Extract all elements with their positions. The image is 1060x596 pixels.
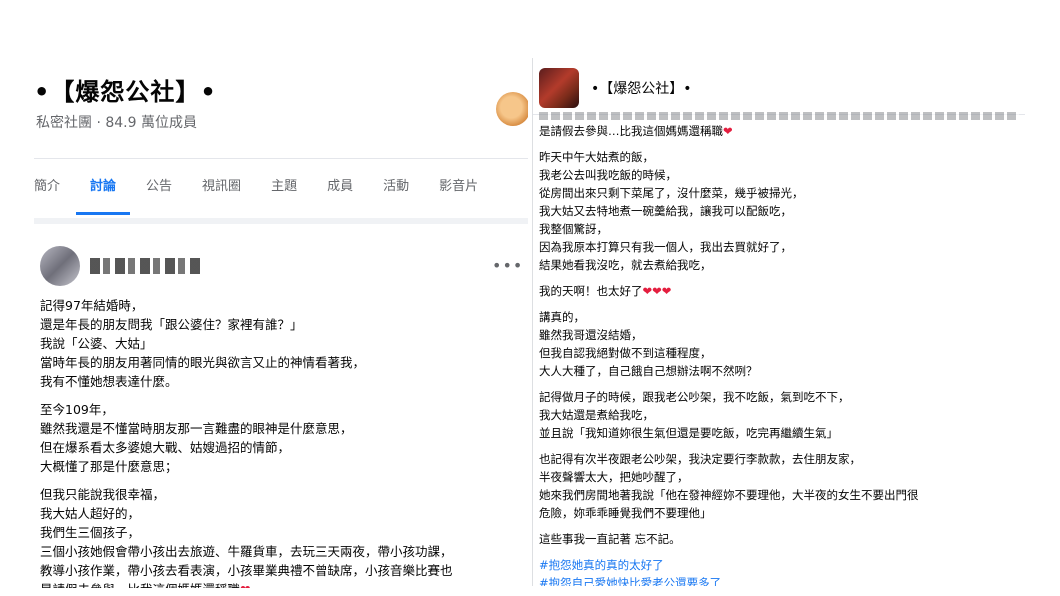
post-line: 是請假去參與…比我這個媽媽還稱職❤ bbox=[40, 580, 524, 588]
post-line: 雖然我還是不懂當時朋友那一言難盡的眼神是什麼意思， bbox=[40, 421, 353, 436]
tab-events[interactable]: 活動 bbox=[383, 159, 409, 215]
post-line: 還是年長的朋友問我「跟公婆住？家裡有誰？」 bbox=[40, 317, 303, 332]
tab-discussion[interactable]: 討論 bbox=[76, 159, 131, 215]
post-line: 三個小孩她假會帶小孩出去旅遊、牛羅貨車，去玩三天兩夜，帶小孩功課， bbox=[40, 544, 453, 559]
heart-icon: ❤ bbox=[240, 582, 250, 588]
post-line: 但在爆系看太多婆媳大戰、姑嫂過招的情節， bbox=[40, 440, 291, 455]
post-line: 記得做月子的時候，跟我老公吵架，我不吃飯，氣到吃不下， bbox=[539, 390, 850, 404]
group-title[interactable]: •【爆怨公社】• bbox=[591, 78, 692, 98]
post-line: 我大姑人超好的， bbox=[40, 506, 141, 521]
post-paragraph: 至今109年， 雖然我還是不懂當時朋友那一言難盡的眼神是什麼意思， 但在爆系看太… bbox=[40, 400, 524, 476]
post-paragraph: 是請假去參與…比我這個媽媽還稱職❤ bbox=[539, 122, 1019, 140]
post-line: 昨天中午大姑煮的飯， bbox=[539, 150, 654, 164]
post-paragraph: 講真的， 雖然我哥還沒結婚， 但我自認我絕對做不到這種程度， 大人大種了，自己餓… bbox=[539, 308, 1019, 380]
tab-about[interactable]: 簡介 bbox=[34, 159, 60, 215]
post-header: ••• bbox=[34, 246, 528, 290]
post-line: 結果她看我沒吃，就去煮給我吃， bbox=[539, 258, 712, 272]
post-line: 從房間出來只剩下菜尾了，沒什麼菜，幾乎被掃光， bbox=[539, 186, 804, 200]
post-paragraph: 我的天啊！也太好了❤❤❤ bbox=[539, 282, 1019, 300]
hashtags: #抱怨她真的真的太好了 #抱怨自己愛她快比愛老公還要多了 bbox=[539, 556, 1019, 586]
tab-videos[interactable]: 影音片 bbox=[439, 159, 478, 215]
post-line: 我大姑還是煮給我吃， bbox=[539, 408, 654, 422]
post-line: 但我自認我絕對做不到這種程度， bbox=[539, 346, 712, 360]
post-paragraph: 但我只能說我很幸福， 我大姑人超好的， 我們生三個孩子， 三個小孩她假會帶小孩出… bbox=[40, 485, 524, 588]
group-header: •【爆怨公社】• bbox=[533, 58, 1025, 115]
group-meta: 私密社團 · 84.9 萬位成員 bbox=[36, 115, 197, 131]
right-screenshot: •【爆怨公社】• 是請假去參與…比我這個媽媽還稱職❤ 昨天中午大姑煮的飯， 我老… bbox=[532, 58, 1025, 586]
tab-announcements[interactable]: 公告 bbox=[146, 159, 172, 215]
post-line: 我有不懂她想表達什麼。 bbox=[40, 374, 178, 389]
post-body: 是請假去參與…比我這個媽媽還稱職❤ 昨天中午大姑煮的飯， 我老公去叫我吃飯的時候… bbox=[539, 122, 1019, 586]
post-line: 當時年長的朋友用著同情的眼光與欲言又止的神情看著我， bbox=[40, 355, 366, 370]
post-paragraph: 記得做月子的時候，跟我老公吵架，我不吃飯，氣到吃不下， 我大姑還是煮給我吃， 並… bbox=[539, 388, 1019, 442]
post-line: 半夜聲響太大，把她吵醒了， bbox=[539, 470, 689, 484]
post-line: 危險，妳乖乖睡覺我們不要理他」 bbox=[539, 506, 712, 520]
group-tabs: 簡介 討論 公告 視訊圈 主題 成員 活動 影音片 bbox=[34, 158, 528, 215]
group-cover-thumbnail[interactable] bbox=[539, 68, 579, 108]
heart-icon: ❤ bbox=[652, 284, 662, 298]
post-line: 我老公去叫我吃飯的時候， bbox=[539, 168, 677, 182]
hashtag-link[interactable]: #抱怨自己愛她快比愛老公還要多了 bbox=[539, 574, 1019, 586]
tab-rooms[interactable]: 視訊圈 bbox=[202, 159, 241, 215]
post-line: 大人大種了，自己餓自己想辦法啊不然咧？ bbox=[539, 364, 758, 378]
poster-avatar-blurred[interactable] bbox=[40, 246, 80, 286]
post-paragraph: 這些事我一直記著 忘不記。 bbox=[539, 530, 1019, 548]
more-options-icon[interactable]: ••• bbox=[492, 256, 523, 275]
post-line: 大概懂了那是什麼意思； bbox=[40, 459, 178, 474]
group-title[interactable]: •【爆怨公社】• bbox=[34, 72, 217, 107]
post-line: 並且說「我知道妳很生氣但還是要吃飯，吃完再繼續生氣」 bbox=[539, 426, 838, 440]
post-line: 這些事我一直記著 忘不記。 bbox=[539, 532, 681, 546]
post-line: 講真的， bbox=[539, 310, 585, 324]
post-line: 但我只能說我很幸福， bbox=[40, 487, 166, 502]
poster-name-blurred[interactable] bbox=[90, 258, 200, 274]
post-paragraph: 也記得有次半夜跟老公吵架，我決定要行李款款，去住朋友家， 半夜聲響太大，把她吵醒… bbox=[539, 450, 1019, 522]
tab-members[interactable]: 成員 bbox=[327, 159, 353, 215]
post-line: 記得97年結婚時， bbox=[40, 298, 144, 313]
post-line: 我的天啊！也太好了❤❤❤ bbox=[539, 284, 672, 298]
post-line: 我說「公婆、大姑」 bbox=[40, 336, 153, 351]
heart-icon: ❤ bbox=[723, 124, 733, 138]
heart-icon: ❤ bbox=[642, 284, 653, 298]
post-line: 因為我原本打算只有我一個人，我出去買就好了， bbox=[539, 240, 792, 254]
post-paragraph: 昨天中午大姑煮的飯， 我老公去叫我吃飯的時候， 從房間出來只剩下菜尾了，沒什麼菜… bbox=[539, 148, 1019, 274]
post-line: 教導小孩作業，帶小孩去看表演，小孩畢業典禮不曾缺席，小孩音樂比賽也 bbox=[40, 563, 453, 578]
hashtag-link[interactable]: #抱怨她真的真的太好了 bbox=[539, 556, 1019, 574]
tab-topics[interactable]: 主題 bbox=[271, 159, 297, 215]
post-line: 雖然我哥還沒結婚， bbox=[539, 328, 643, 342]
heart-icon: ❤ bbox=[661, 284, 672, 298]
section-divider bbox=[34, 218, 528, 224]
post-line: 我們生三個孩子， bbox=[40, 525, 141, 540]
post-line: 我大姑又去特地煮一碗羹給我，讓我可以配飯吃， bbox=[539, 204, 792, 218]
post-line: 她來我們房間地著我說「他在發神經妳不要理他，大半夜的女生不要出門很 bbox=[539, 488, 919, 502]
group-header: •【爆怨公社】• 私密社團 · 84.9 萬位成員 簡介 討論 公告 視訊圈 主… bbox=[34, 58, 528, 215]
post-line: 我整個驚訝， bbox=[539, 222, 608, 236]
left-screenshot: •【爆怨公社】• 私密社團 · 84.9 萬位成員 簡介 討論 公告 視訊圈 主… bbox=[34, 58, 528, 588]
post-line: 是請假去參與…比我這個媽媽還稱職❤ bbox=[539, 124, 733, 138]
user-avatar[interactable] bbox=[496, 92, 528, 126]
cropped-text-line bbox=[539, 112, 1019, 120]
post-line: 至今109年， bbox=[40, 402, 114, 417]
post-body: 記得97年結婚時， 還是年長的朋友問我「跟公婆住？家裡有誰？」 我說「公婆、大姑… bbox=[40, 296, 524, 588]
post-line: 也記得有次半夜跟老公吵架，我決定要行李款款，去住朋友家， bbox=[539, 452, 861, 466]
post-paragraph: 記得97年結婚時， 還是年長的朋友問我「跟公婆住？家裡有誰？」 我說「公婆、大姑… bbox=[40, 296, 524, 391]
